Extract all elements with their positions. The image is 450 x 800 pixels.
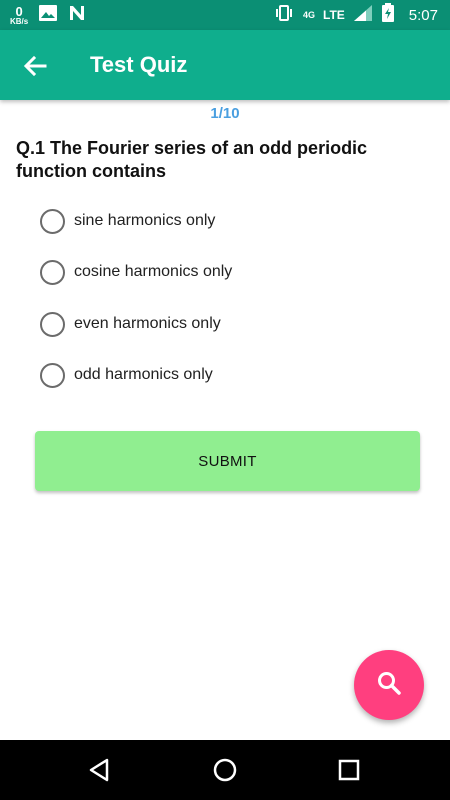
radio-button[interactable] xyxy=(40,362,65,388)
app-bar: Test Quiz xyxy=(0,30,450,100)
question-progress: 1/10 xyxy=(210,105,240,122)
question-text: Q.1 The Fourier series of an odd periodi… xyxy=(16,138,368,181)
n-notification-icon xyxy=(68,4,86,27)
home-circle-icon[interactable] xyxy=(210,755,240,785)
data-rate-indicator: 0 KB/s xyxy=(10,5,28,26)
network-4g-label: 4G xyxy=(303,10,316,20)
data-rate-value: 0 xyxy=(15,3,23,19)
status-bar: 0 KB/s 4G LTE 5:07 xyxy=(0,0,450,30)
status-left: 0 KB/s xyxy=(10,3,86,27)
network-lte-label: LTE xyxy=(323,8,345,22)
navigation-bar xyxy=(0,740,450,800)
option-1[interactable]: sine harmonics only xyxy=(40,206,215,236)
back-triangle-icon[interactable] xyxy=(85,755,115,785)
image-icon xyxy=(38,4,58,27)
option-4[interactable]: odd harmonics only xyxy=(40,360,213,390)
option-label: sine harmonics only xyxy=(74,212,216,229)
status-time: 5:07 xyxy=(408,6,438,24)
search-fab[interactable] xyxy=(354,650,424,720)
option-3[interactable]: even harmonics only xyxy=(40,309,221,339)
vibrate-icon xyxy=(273,4,295,27)
radio-button[interactable] xyxy=(40,208,65,234)
signal-icon xyxy=(353,4,373,27)
data-rate-unit: KB/s xyxy=(10,16,29,26)
option-2[interactable]: cosine harmonics only xyxy=(40,257,232,287)
radio-button[interactable] xyxy=(40,259,65,285)
battery-icon xyxy=(381,2,395,28)
option-label: odd harmonics only xyxy=(74,366,213,383)
option-label: cosine harmonics only xyxy=(74,263,233,280)
radio-button[interactable] xyxy=(40,311,65,337)
page-title: Test Quiz xyxy=(90,52,188,77)
search-icon xyxy=(376,670,402,701)
option-label: even harmonics only xyxy=(74,315,221,332)
submit-button[interactable]: SUBMIT xyxy=(35,431,420,491)
arrow-left-icon[interactable] xyxy=(20,51,50,81)
recents-square-icon[interactable] xyxy=(334,755,364,785)
status-right: 4G LTE 5:07 xyxy=(273,0,438,30)
